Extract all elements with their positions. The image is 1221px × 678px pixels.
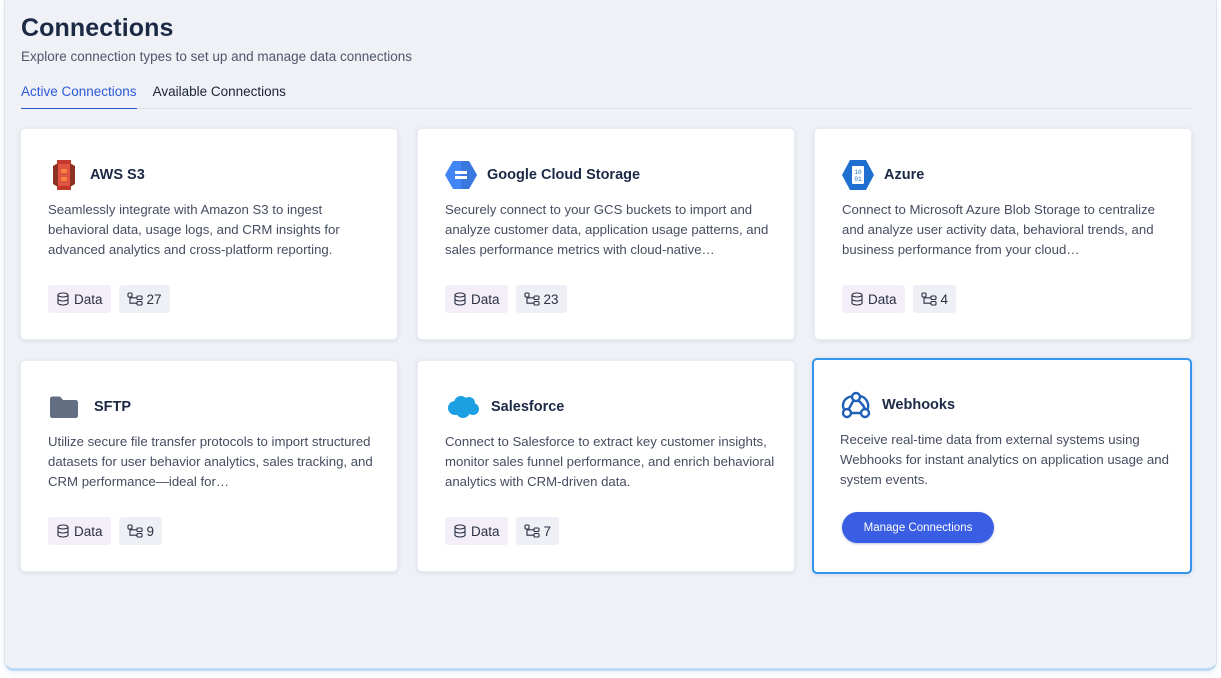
card-header: AWS S3 <box>48 159 145 191</box>
data-badge: Data <box>48 517 111 545</box>
card-description: Securely connect to your GCS buckets to … <box>445 202 769 257</box>
card-title: Webhooks <box>882 397 956 413</box>
data-badge: Data <box>445 285 508 313</box>
card-header: Webhooks <box>840 389 955 421</box>
database-icon <box>454 292 466 306</box>
card-badges: Data 9 <box>48 517 163 545</box>
database-icon <box>57 292 69 306</box>
connections-panel: Connections Explore connection types to … <box>4 0 1217 671</box>
webhook-icon <box>840 389 872 421</box>
data-badge: Data <box>842 285 905 313</box>
card-title: AWS S3 <box>90 167 145 183</box>
svg-text:10: 10 <box>854 169 862 176</box>
data-badge: Data <box>48 285 111 313</box>
hierarchy-icon <box>523 524 540 538</box>
tab-available-connections[interactable]: Available Connections <box>153 80 286 109</box>
card-badges: Data 23 <box>445 285 567 313</box>
page-subtitle: Explore connection types to set up and m… <box>21 49 413 64</box>
hierarchy-icon <box>126 524 143 538</box>
card-header: Salesforce <box>445 391 564 423</box>
google-cloud-storage-icon <box>445 159 477 191</box>
connection-count-badge: 4 <box>912 285 957 313</box>
folder-icon <box>48 391 80 423</box>
connection-count-badge: 7 <box>515 517 560 545</box>
hierarchy-icon <box>920 292 937 306</box>
tab-bar: Active Connections Available Connections <box>21 80 1193 109</box>
hierarchy-icon <box>126 292 143 306</box>
salesforce-cloud-icon <box>445 391 481 423</box>
card-description: Receive real-time data from external sys… <box>840 432 1169 487</box>
connection-count-badge: 23 <box>515 285 567 313</box>
card-header: 10 01 Azure <box>842 159 924 191</box>
card-header: SFTP <box>48 391 131 423</box>
manage-connections-button[interactable]: Manage Connections <box>842 512 994 543</box>
connection-card-salesforce[interactable]: Salesforce Connect to Salesforce to extr… <box>417 360 795 572</box>
card-title: SFTP <box>94 399 132 415</box>
connection-card-google-cloud-storage[interactable]: Google Cloud Storage Securely connect to… <box>417 128 795 340</box>
hierarchy-icon <box>523 292 540 306</box>
data-badge: Data <box>445 517 508 545</box>
database-icon <box>57 524 69 538</box>
card-badges: Data 27 <box>48 285 170 313</box>
card-title: Salesforce <box>491 399 565 415</box>
aws-s3-icon <box>48 159 80 191</box>
card-badges: Data 7 <box>445 517 560 545</box>
card-description: Utilize secure file transfer protocols t… <box>48 434 373 489</box>
card-description: Connect to Microsoft Azure Blob Storage … <box>842 202 1155 257</box>
connection-card-azure[interactable]: 10 01 Azure Connect to Microsoft Azure B… <box>814 128 1192 340</box>
azure-icon: 10 01 <box>842 159 874 191</box>
card-badges: Data 4 <box>842 285 957 313</box>
database-icon <box>454 524 466 538</box>
connection-count-badge: 27 <box>118 285 170 313</box>
card-title: Azure <box>884 167 925 183</box>
connection-card-sftp[interactable]: SFTP Utilize secure file transfer protoc… <box>20 360 398 572</box>
card-description: Seamlessly integrate with Amazon S3 to i… <box>48 202 340 257</box>
card-description: Connect to Salesforce to extract key cus… <box>445 434 775 489</box>
database-icon <box>851 292 863 306</box>
connection-count-badge: 9 <box>118 517 163 545</box>
svg-text:01: 01 <box>854 176 862 183</box>
connection-card-webhooks[interactable]: Webhooks Receive real-time data from ext… <box>812 358 1192 574</box>
card-header: Google Cloud Storage <box>445 159 640 191</box>
page-title: Connections <box>21 14 174 42</box>
connection-card-aws-s3[interactable]: AWS S3 Seamlessly integrate with Amazon … <box>20 128 398 340</box>
card-title: Google Cloud Storage <box>487 167 641 183</box>
tab-active-connections[interactable]: Active Connections <box>21 80 137 109</box>
